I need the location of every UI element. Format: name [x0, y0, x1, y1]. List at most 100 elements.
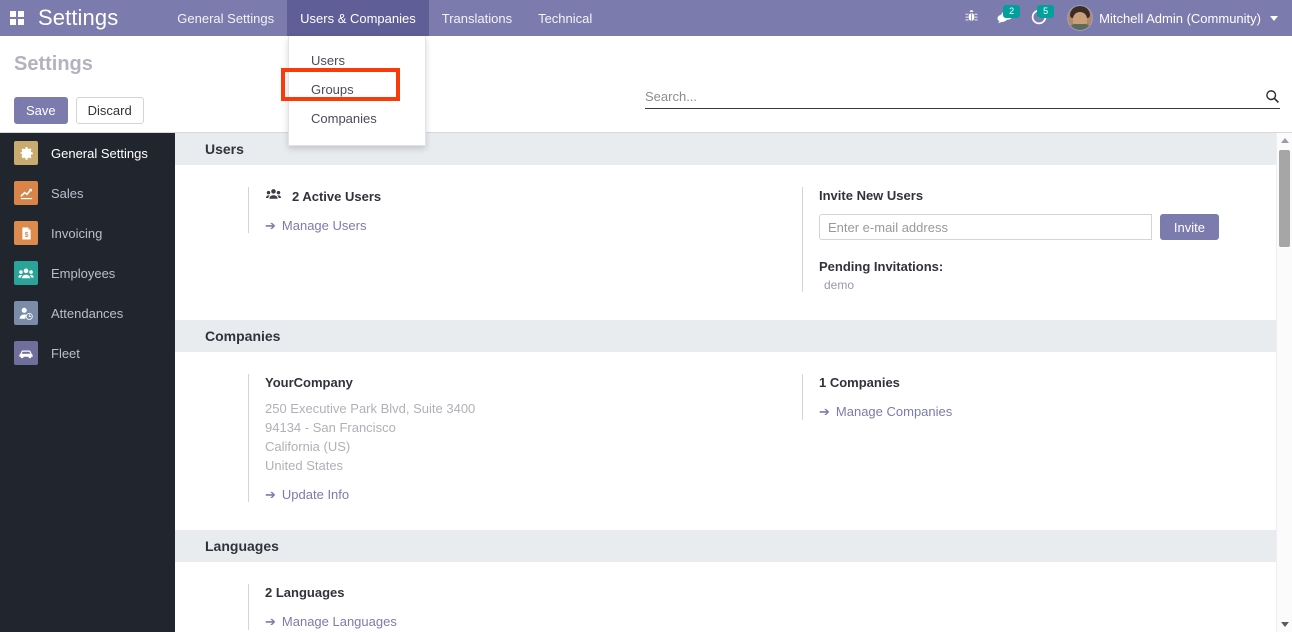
sidebar-label-employees: Employees	[51, 265, 116, 281]
sidebar-item-employees[interactable]: Employees	[0, 253, 175, 293]
company-address-line-3: California (US)	[265, 439, 351, 454]
invite-users-title: Invite New Users	[819, 188, 924, 203]
company-address-line-2: 94134 - San Francisco	[265, 420, 396, 435]
gear-icon	[14, 141, 38, 165]
manage-companies-label: Manage Companies	[835, 404, 953, 419]
magnifier-icon[interactable]	[1265, 89, 1280, 104]
settings-app-window: Settings General Settings Users & Compan…	[0, 0, 1292, 632]
menu-general-settings[interactable]: General Settings	[164, 0, 287, 36]
companies-right-column: 1 Companies ➔ Manage Companies	[729, 374, 1283, 502]
languages-right-column	[729, 584, 1283, 630]
companies-left-column: YourCompany 250 Executive Park Blvd, Sui…	[175, 374, 729, 502]
sidebar-label-invoicing: Invoicing	[51, 225, 103, 241]
users-left-column: 2 Active Users ➔ Manage Users	[175, 187, 729, 292]
sidebar-item-general-settings[interactable]: General Settings	[0, 133, 175, 173]
triangle-up-icon	[1280, 138, 1289, 143]
section-body-companies: YourCompany 250 Executive Park Blvd, Sui…	[175, 352, 1283, 530]
content-scrollbar[interactable]	[1276, 133, 1292, 632]
active-users-block: 2 Active Users ➔ Manage Users	[248, 187, 729, 233]
activities-badge: 5	[1037, 5, 1055, 18]
invoice-dollar-icon: $	[14, 221, 38, 245]
svg-text:$: $	[24, 231, 28, 238]
section-header-companies: Companies	[175, 320, 1283, 352]
section-header-languages: Languages	[175, 530, 1283, 562]
update-info-link[interactable]: ➔ Update Info	[265, 487, 349, 502]
menu-technical[interactable]: Technical	[525, 0, 605, 36]
active-users-title-row: 2 Active Users	[265, 187, 729, 206]
companies-count-block: 1 Companies ➔ Manage Companies	[802, 374, 1283, 420]
dropdown-item-companies[interactable]: Companies	[289, 104, 425, 133]
users-group-icon	[265, 187, 282, 206]
people-icon	[14, 261, 38, 285]
apps-menu-button[interactable]	[0, 0, 34, 36]
messages-button[interactable]: 2	[988, 0, 1022, 36]
search-input[interactable]	[645, 89, 1265, 104]
navbar-menus: General Settings Users & Companies Trans…	[164, 0, 605, 36]
chart-line-icon	[14, 181, 38, 205]
person-clock-icon	[14, 301, 38, 325]
scroll-up-button[interactable]	[1277, 133, 1292, 148]
chevron-down-icon	[1270, 15, 1278, 21]
sidebar-label-sales: Sales	[51, 185, 84, 201]
car-icon	[14, 341, 38, 365]
sidebar-item-fleet[interactable]: Fleet	[0, 333, 175, 373]
company-info-block: YourCompany 250 Executive Park Blvd, Sui…	[248, 374, 729, 502]
page-title: Settings	[14, 53, 93, 75]
manage-languages-link[interactable]: ➔ Manage Languages	[265, 614, 397, 629]
sidebar-item-invoicing[interactable]: $ Invoicing	[0, 213, 175, 253]
pending-invitations-title: Pending Invitations:	[819, 259, 944, 274]
settings-inner: Users 2 Active Users ➔ Manage Users Invi…	[175, 133, 1283, 632]
users-companies-dropdown: Users Groups Companies	[288, 36, 426, 146]
company-name-label: YourCompany	[265, 375, 353, 390]
company-address-line-4: United States	[265, 458, 344, 473]
apps-grid-icon	[10, 11, 24, 25]
invite-email-input[interactable]	[819, 214, 1152, 240]
section-body-users: 2 Active Users ➔ Manage Users Invite New…	[175, 165, 1283, 320]
manage-users-link[interactable]: ➔ Manage Users	[265, 218, 366, 233]
sidebar-label-attendances: Attendances	[51, 305, 124, 321]
top-navbar: Settings General Settings Users & Compan…	[0, 0, 1292, 36]
triangle-down-icon	[1280, 622, 1289, 627]
languages-left-column: 2 Languages ➔ Manage Languages	[175, 584, 729, 630]
dropdown-item-users[interactable]: Users	[289, 46, 425, 75]
section-body-languages: 2 Languages ➔ Manage Languages	[175, 562, 1283, 632]
pending-invitation-item[interactable]: demo	[819, 278, 1283, 292]
company-address-line-1: 250 Executive Park Blvd, Suite 3400	[265, 401, 476, 416]
searchview	[645, 89, 1280, 109]
invite-row: Invite	[819, 214, 1219, 240]
user-menu-button[interactable]: Mitchell Admin (Community)	[1068, 6, 1280, 30]
manage-companies-link[interactable]: ➔ Manage Companies	[819, 404, 952, 419]
arrow-right-icon: ➔	[819, 404, 830, 419]
sidebar-item-attendances[interactable]: Attendances	[0, 293, 175, 333]
scrollbar-thumb[interactable]	[1279, 150, 1290, 247]
sidebar-label-general-settings: General Settings	[51, 145, 148, 161]
avatar	[1068, 6, 1093, 30]
settings-content: Users 2 Active Users ➔ Manage Users Invi…	[175, 133, 1292, 632]
activities-button[interactable]: 5	[1022, 0, 1056, 36]
navbar-brand: Settings	[38, 5, 119, 30]
manage-users-label: Manage Users	[281, 218, 367, 233]
users-right-column: Invite New Users Invite Pending Invitati…	[729, 187, 1283, 292]
active-users-count-label: 2 Active Users	[292, 188, 382, 204]
messages-badge: 2	[1003, 5, 1021, 18]
arrow-right-icon: ➔	[265, 487, 276, 502]
control-panel: Settings Save Discard	[0, 36, 1292, 133]
menu-translations[interactable]: Translations	[429, 0, 525, 36]
navbar-right-tools: 2 5 Mitchell Admin (Community)	[954, 0, 1292, 36]
control-panel-buttons: Save Discard	[14, 97, 144, 124]
company-address: 250 Executive Park Blvd, Suite 3400 9413…	[265, 399, 729, 475]
discard-button[interactable]: Discard	[75, 97, 144, 124]
arrow-right-icon: ➔	[265, 614, 276, 629]
save-button[interactable]: Save	[14, 97, 68, 124]
user-name-label: Mitchell Admin (Community)	[1099, 10, 1261, 26]
bug-icon	[964, 9, 979, 27]
dropdown-item-groups[interactable]: Groups	[289, 75, 425, 104]
languages-count-label: 2 Languages	[265, 585, 345, 600]
sidebar-item-sales[interactable]: Sales	[0, 173, 175, 213]
companies-count-label: 1 Companies	[819, 375, 900, 390]
scroll-down-button[interactable]	[1277, 617, 1292, 632]
invite-button[interactable]: Invite	[1159, 214, 1219, 240]
invite-users-block: Invite New Users Invite Pending Invitati…	[802, 187, 1283, 292]
debug-menu-button[interactable]	[954, 0, 988, 36]
menu-users-companies[interactable]: Users & Companies	[287, 0, 429, 36]
